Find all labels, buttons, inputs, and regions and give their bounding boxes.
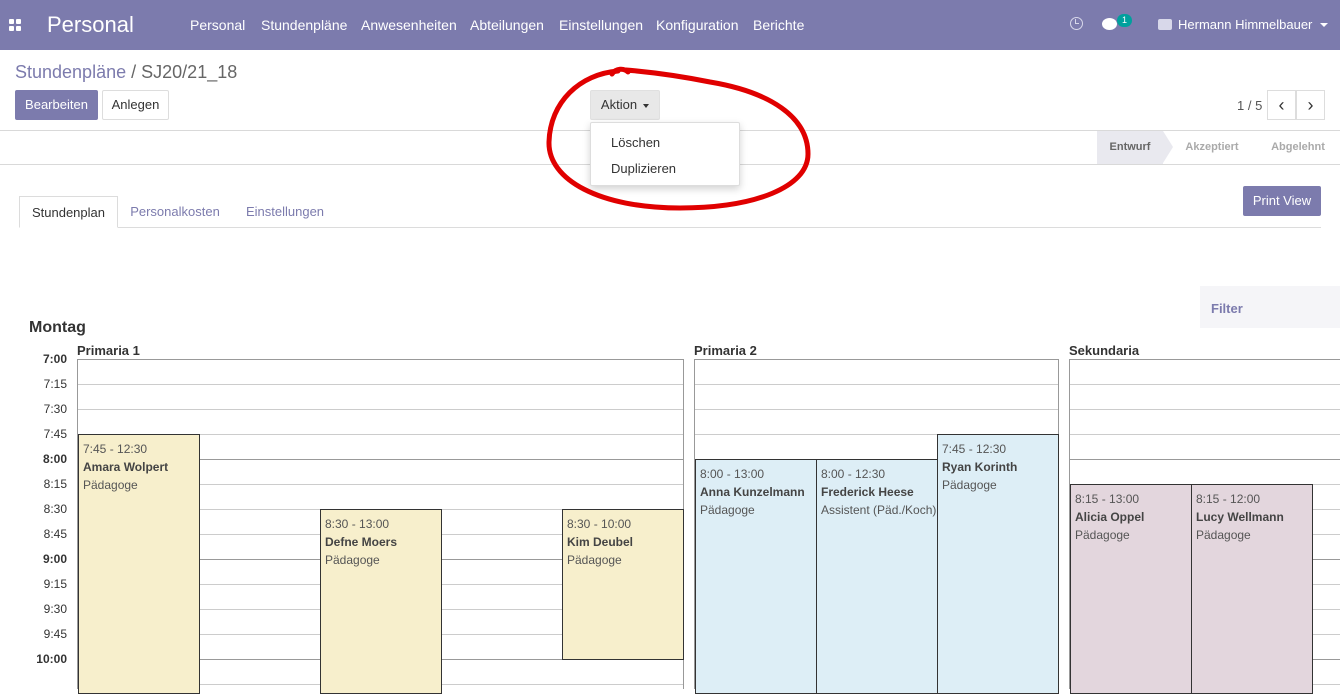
event-person: Kim Deubel (567, 535, 634, 549)
menu-item-anwesenheiten[interactable]: Anwesenheiten (361, 17, 457, 33)
schedule-event[interactable]: 8:30 - 10:00 Kim Deubel Pädagoge (562, 509, 684, 660)
grid-line (695, 384, 1058, 385)
menu-item-berichte[interactable]: Berichte (753, 17, 804, 33)
event-role: Pädagoge (942, 478, 997, 492)
tab-personalkosten[interactable]: Personalkosten (124, 196, 226, 228)
breadcrumb-current: SJ20/21_18 (141, 62, 238, 82)
time-label: 7:45 (43, 427, 67, 441)
create-button[interactable]: Anlegen (102, 90, 169, 120)
event-role: Pädagoge (700, 503, 755, 517)
time-label: 8:30 (43, 502, 67, 516)
event-person: Lucy Wellmann (1196, 510, 1284, 524)
pager-next-button[interactable]: › (1296, 90, 1325, 120)
day-title: Montag (29, 319, 86, 336)
print-view-button[interactable]: Print View (1243, 186, 1321, 216)
event-person: Defne Moers (325, 535, 398, 549)
breadcrumb: Stundenpläne / SJ20/21_18 (15, 62, 237, 83)
pager-previous-button[interactable]: ‹ (1267, 90, 1296, 120)
grid-line (1070, 459, 1340, 460)
event-person: Ryan Korinth (942, 460, 1018, 474)
event-person: Alicia Oppel (1075, 510, 1145, 524)
chevron-left-icon: ‹ (1278, 95, 1285, 115)
event-time: 7:45 - 12:30 (942, 442, 1007, 456)
schedule-event[interactable]: 7:45 - 12:30 Ryan Korinth Pädagoge (937, 434, 1059, 694)
time-label: 10:00 (36, 652, 67, 666)
schedule-event[interactable]: 7:45 - 12:30 Amara Wolpert Pädagoge (78, 434, 200, 694)
event-role: Pädagoge (1196, 528, 1251, 542)
time-label: 7:30 (43, 402, 67, 416)
breadcrumb-separator: / (131, 62, 137, 82)
grid-line (1070, 384, 1340, 385)
event-time: 8:15 - 13:00 (1075, 492, 1140, 506)
filter-panel[interactable]: Filter (1200, 286, 1340, 328)
red-circle-annotation (546, 66, 811, 211)
menu-item-personal[interactable]: Personal (190, 17, 245, 33)
menu-item-konfiguration[interactable]: Konfiguration (656, 17, 739, 33)
time-label: 9:15 (43, 577, 67, 591)
grid-line (1070, 409, 1340, 410)
event-person: Anna Kunzelmann (700, 485, 805, 499)
event-time: 8:30 - 13:00 (325, 517, 390, 531)
time-label: 7:15 (43, 377, 67, 391)
schedule-event[interactable]: 8:15 - 12:00 Lucy Wellmann Pädagoge (1191, 484, 1313, 694)
event-role: Pädagoge (567, 553, 622, 567)
event-role: Pädagoge (325, 553, 380, 567)
chevron-down-icon[interactable] (1320, 23, 1328, 27)
event-role: Pädagoge (83, 478, 138, 492)
column-title-primaria-1: Primaria 1 (77, 343, 140, 358)
time-label: 9:00 (42, 552, 67, 566)
event-time: 7:45 - 12:30 (83, 442, 148, 456)
event-time: 8:00 - 12:30 (821, 467, 886, 481)
column-title-sekundaria: Sekundaria (1069, 343, 1140, 358)
chat-icon[interactable] (1102, 18, 1117, 30)
user-menu-name[interactable]: Hermann Himmelbauer (1178, 17, 1312, 32)
status-arrow (1163, 131, 1173, 163)
time-label: 9:30 (43, 602, 67, 616)
tab-stundenplan[interactable]: Stundenplan (19, 196, 118, 228)
filter-label: Filter (1211, 301, 1243, 316)
chat-badge: 1 (1117, 14, 1132, 27)
chevron-right-icon: › (1307, 95, 1314, 115)
time-label: 8:45 (43, 527, 67, 541)
event-time: 8:30 - 10:00 (567, 517, 632, 531)
grid-line (78, 409, 683, 410)
user-camera-icon[interactable] (1158, 19, 1172, 30)
schedule-event[interactable]: 8:00 - 12:30 Frederick Heese Assistent (… (816, 459, 938, 694)
time-label: 8:00 (42, 452, 67, 466)
tab-einstellungen[interactable]: Einstellungen (238, 196, 332, 228)
app-title[interactable]: Personal (47, 12, 134, 38)
activity-clock-icon[interactable] (1070, 17, 1083, 30)
time-label: 8:15 (43, 477, 67, 491)
edit-button[interactable]: Bearbeiten (15, 90, 98, 120)
status-entwurf[interactable]: Entwurf (1097, 131, 1163, 164)
schedule-event[interactable]: 8:00 - 13:00 Anna Kunzelmann Pädagoge (695, 459, 817, 694)
time-label: 7:00 (42, 352, 67, 366)
status-abgelehnt[interactable]: Abgelehnt (1262, 131, 1334, 164)
grid-line (78, 384, 683, 385)
time-label: 9:45 (43, 627, 67, 641)
status-akzeptiert[interactable]: Akzeptiert (1177, 131, 1247, 164)
schedule-event[interactable]: 8:30 - 13:00 Defne Moers Pädagoge (320, 509, 442, 694)
schedule-event[interactable]: 8:15 - 13:00 Alicia Oppel Pädagoge (1070, 484, 1192, 694)
top-navbar: Personal Personal Stundenpläne Anwesenhe… (0, 0, 1340, 50)
grid-line (695, 409, 1058, 410)
apps-menu-icon[interactable] (9, 19, 21, 31)
event-person: Amara Wolpert (83, 460, 169, 474)
menu-item-einstellungen[interactable]: Einstellungen (559, 17, 643, 33)
menu-item-abteilungen[interactable]: Abteilungen (470, 17, 544, 33)
event-person: Frederick Heese (821, 485, 914, 499)
grid-line (1070, 434, 1340, 435)
event-time: 8:15 - 12:00 (1196, 492, 1261, 506)
column-title-primaria-2: Primaria 2 (694, 343, 757, 358)
breadcrumb-parent[interactable]: Stundenpläne (15, 62, 126, 82)
event-time: 8:00 - 13:00 (700, 467, 765, 481)
event-role: Pädagoge (1075, 528, 1130, 542)
pager-value: 1 / 5 (1237, 98, 1263, 113)
event-role: Assistent (Päd./Koch) (821, 503, 937, 517)
menu-item-stundenplaene[interactable]: Stundenpläne (261, 17, 347, 33)
